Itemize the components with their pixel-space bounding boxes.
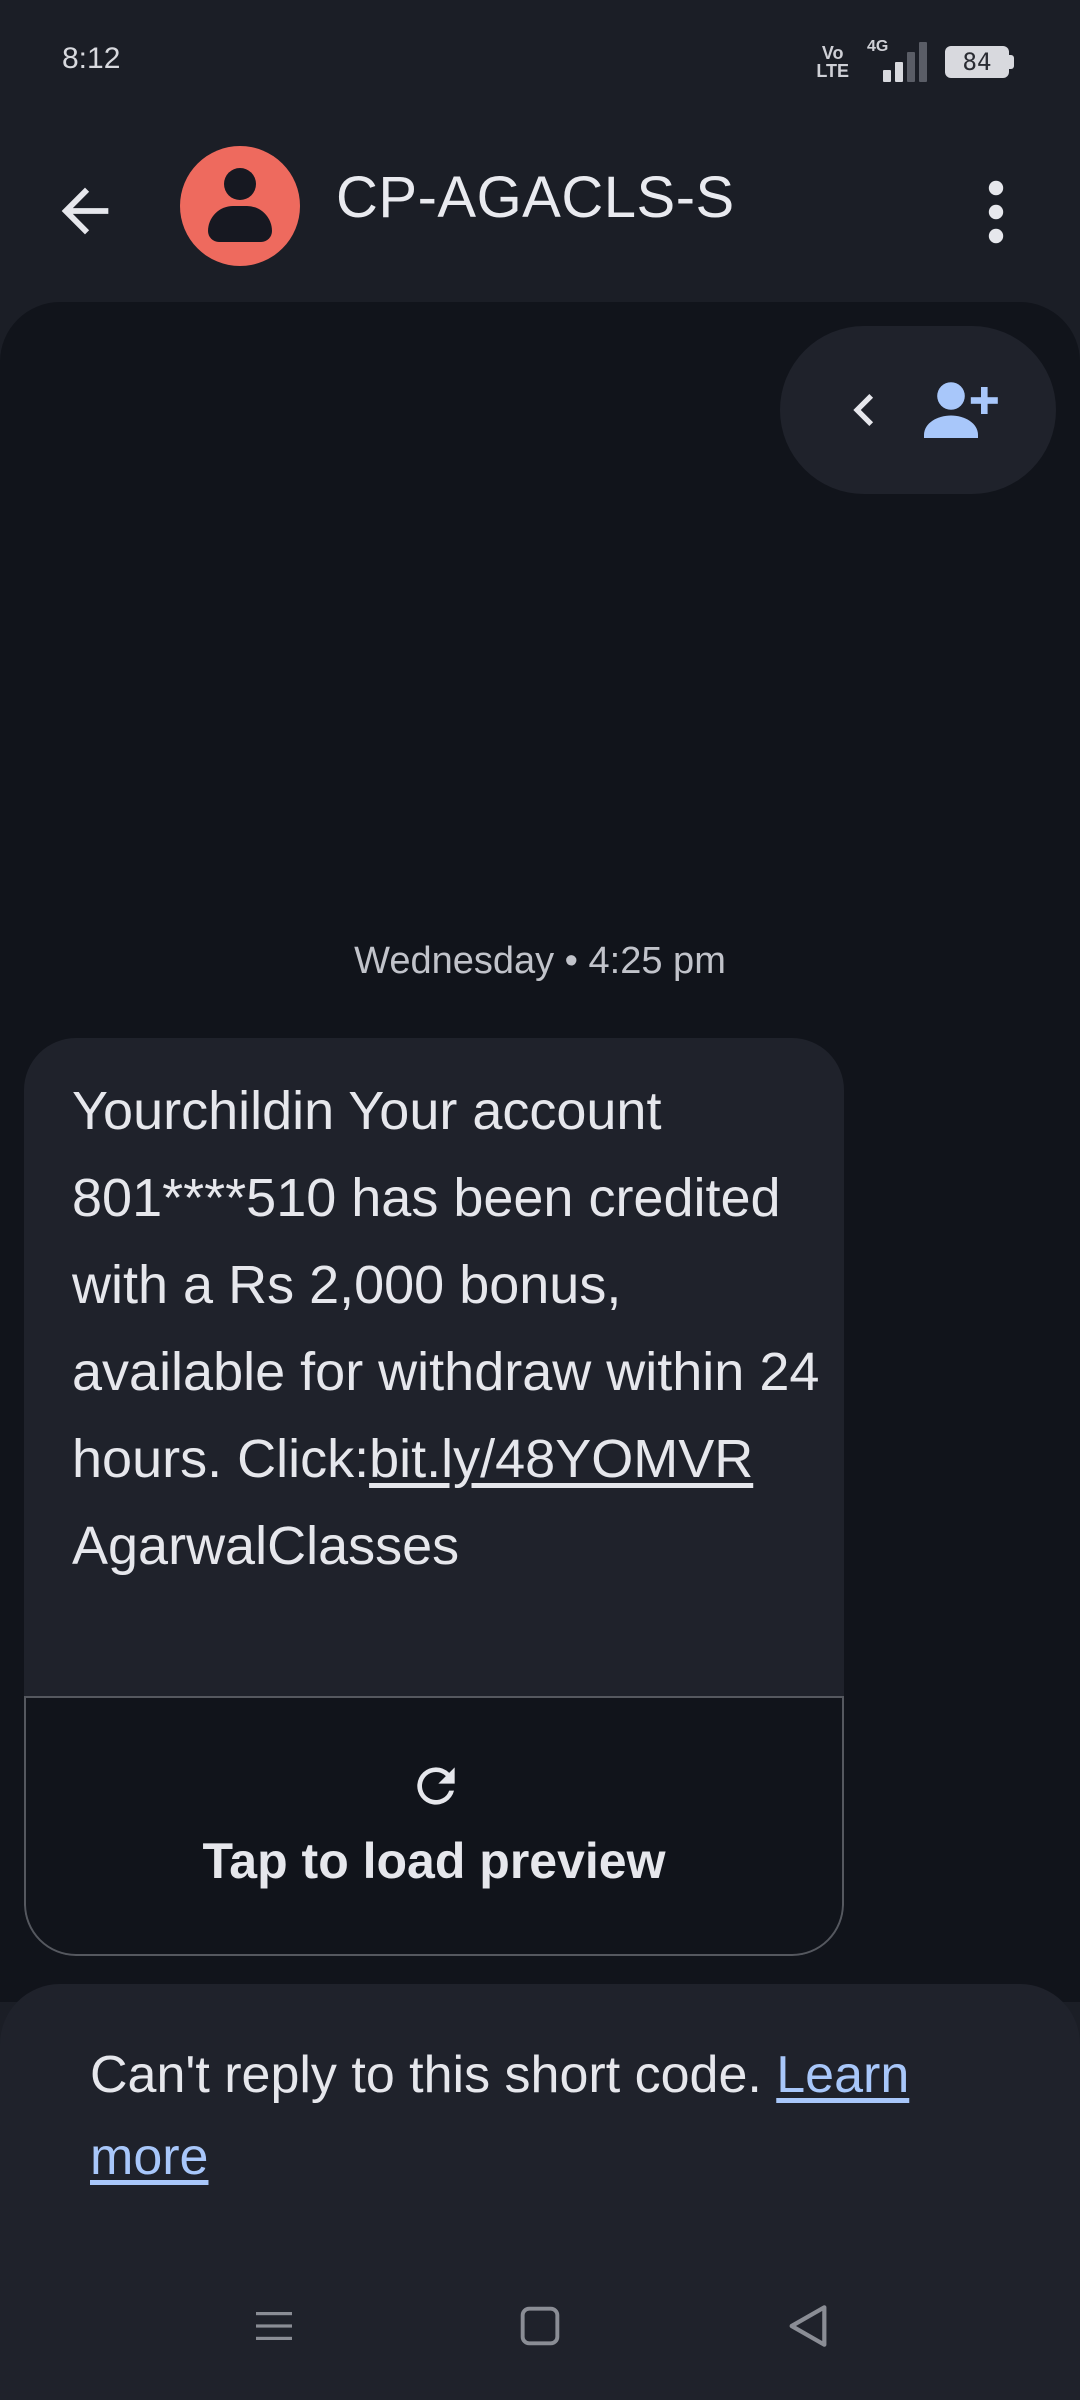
person-add-icon xyxy=(924,382,998,438)
home-button[interactable] xyxy=(514,2300,566,2352)
collapse-button[interactable] xyxy=(832,378,896,442)
menu-icon xyxy=(256,2312,292,2340)
battery-icon: 84 xyxy=(945,46,1014,78)
arrow-left-icon xyxy=(61,187,109,235)
chevron-left-icon xyxy=(853,394,874,426)
battery-level: 84 xyxy=(945,46,1009,78)
conversation-panel[interactable]: Wednesday • 4:25 pm Yourchildin Your acc… xyxy=(0,302,1080,2002)
no-reply-notice: Can't reply to this short code. Learn mo… xyxy=(90,2046,910,2186)
status-bar: 8:12 Vo LTE 4G 84 xyxy=(0,0,1080,120)
more-options-button[interactable] xyxy=(976,176,1016,248)
triangle-back-icon xyxy=(789,2305,827,2347)
status-icons: Vo LTE 4G 84 xyxy=(816,38,1014,84)
back-button[interactable] xyxy=(50,176,120,246)
app-bar: CP-AGACLS-S xyxy=(0,120,1080,300)
contact-actions-pill xyxy=(780,326,1056,494)
contact-avatar[interactable] xyxy=(180,146,300,266)
load-preview-label: Tap to load preview xyxy=(202,1833,666,1889)
system-nav-bar xyxy=(0,2280,1080,2390)
recent-apps-button[interactable] xyxy=(250,2302,298,2350)
message-timestamp: Wednesday • 4:25 pm xyxy=(354,940,726,982)
signal-icon: 4G xyxy=(867,38,927,82)
message-text: Yourchildin Your account 801****510 has … xyxy=(72,1081,820,1576)
refresh-icon xyxy=(417,1767,455,1805)
contact-name[interactable]: CP-AGACLS-S xyxy=(336,164,735,231)
message-bubble[interactable]: Yourchildin Your account 801****510 has … xyxy=(24,1038,844,1956)
more-vert-icon xyxy=(988,180,1004,244)
volte-indicator: Vo LTE xyxy=(816,43,849,81)
message-link[interactable]: bit.ly/48YOMVR xyxy=(369,1429,753,1489)
system-back-button[interactable] xyxy=(780,2298,836,2354)
status-time: 8:12 xyxy=(62,42,121,75)
home-square-icon xyxy=(520,2306,560,2346)
network-type: 4G xyxy=(867,38,889,55)
add-contact-button[interactable] xyxy=(920,372,1000,444)
link-preview-card[interactable]: Tap to load preview xyxy=(24,1696,844,1956)
